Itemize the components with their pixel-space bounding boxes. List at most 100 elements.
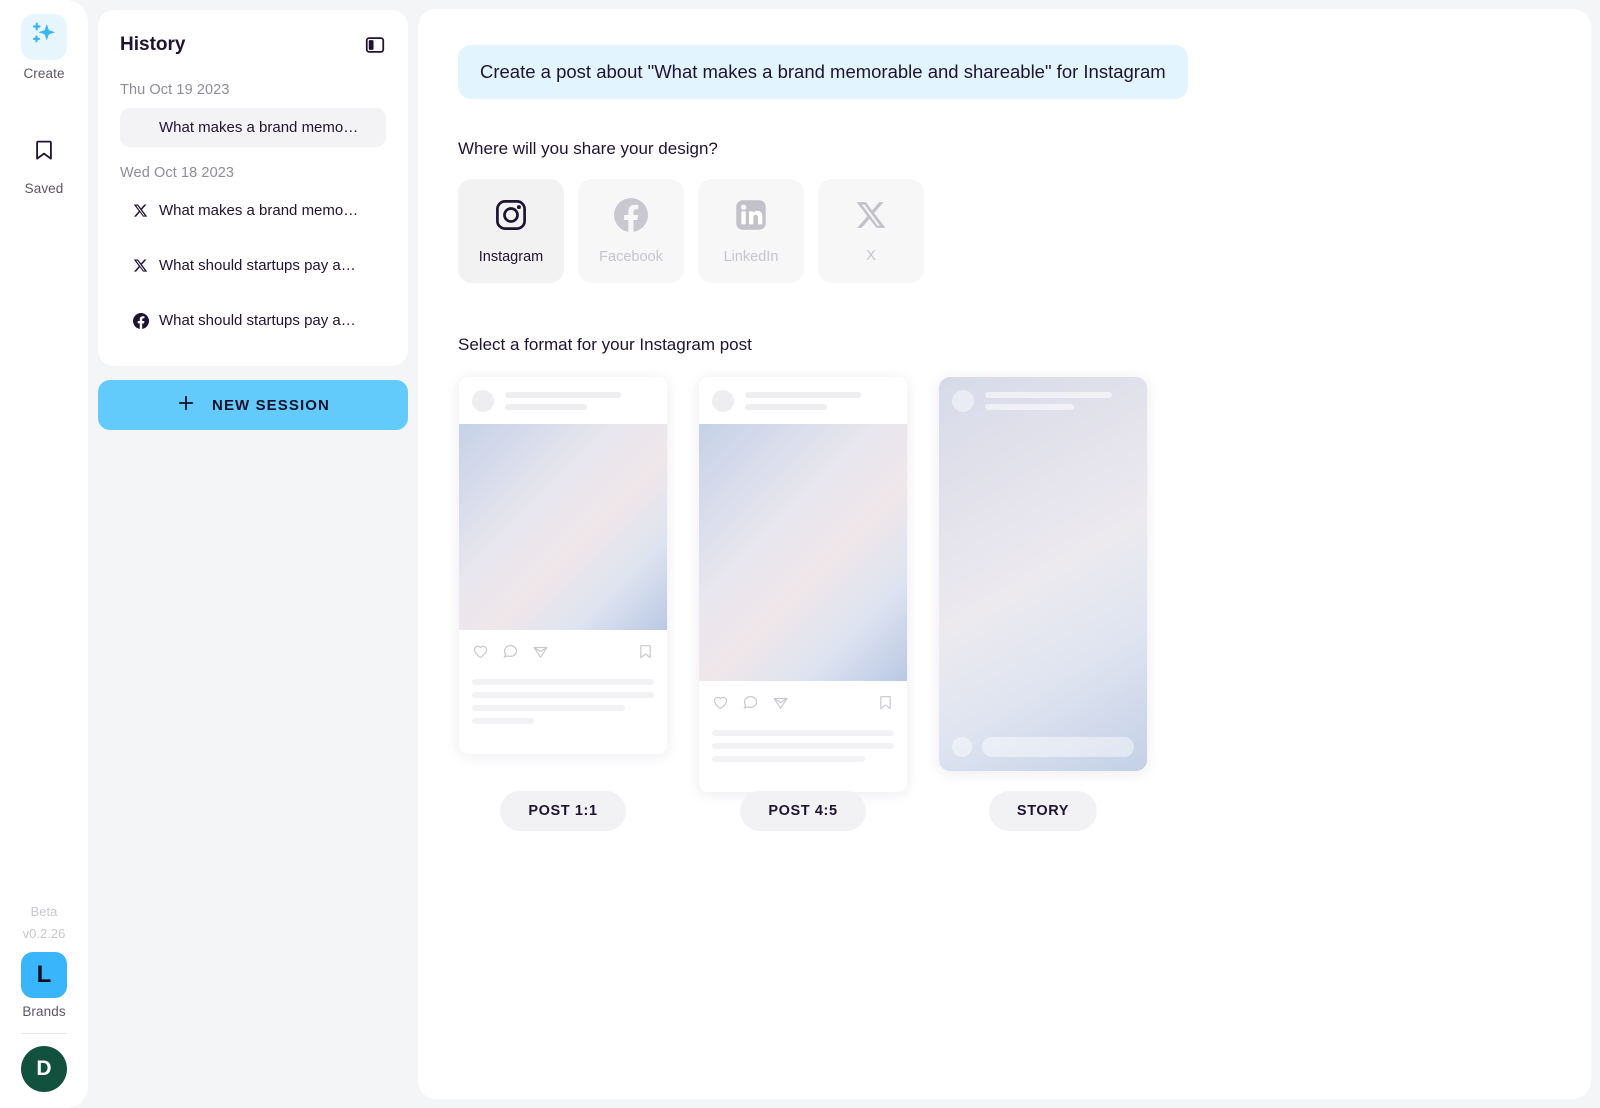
platform-label-linkedin: LinkedIn — [723, 248, 779, 265]
history-item-label: What should startups pay a… — [159, 257, 356, 274]
panel-toggle-icon[interactable] — [364, 34, 386, 56]
history-group: Wed Oct 18 2023 What makes a brand memo… — [120, 165, 386, 340]
mock-line — [712, 730, 894, 736]
history-item-label: What should startups pay a… — [159, 312, 356, 329]
history-header: History — [120, 34, 386, 56]
instagram-icon — [494, 198, 528, 237]
history-group: Thu Oct 19 2023 What makes a brand memo… — [120, 82, 386, 147]
platform-option-facebook[interactable]: Facebook — [578, 179, 684, 283]
mock-line — [745, 404, 827, 410]
app-root: Create Saved Beta v0.2.26 L Brands D His… — [0, 0, 1600, 1108]
format-label-post-1-1[interactable]: POST 1:1 — [500, 791, 626, 831]
mock-line — [472, 692, 654, 698]
saved-icon-container — [21, 129, 67, 175]
history-date: Thu Oct 19 2023 — [120, 82, 230, 98]
format-option-post-1-1[interactable]: POST 1:1 — [458, 377, 668, 831]
plus-icon — [176, 393, 196, 417]
bookmark-icon — [877, 696, 894, 715]
platform-label-instagram: Instagram — [478, 248, 544, 265]
format-label-story[interactable]: STORY — [988, 791, 1098, 831]
mock-post-actions — [459, 630, 667, 673]
x-icon — [132, 257, 149, 274]
mock-line — [505, 404, 587, 410]
mock-header-lines — [745, 392, 894, 410]
rail-item-create[interactable]: Create — [8, 14, 80, 81]
mock-line — [985, 404, 1075, 410]
comment-icon — [502, 643, 519, 665]
rail-item-brands[interactable]: L Brands — [21, 952, 67, 1019]
format-option-post-4-5[interactable]: POST 4:5 — [698, 377, 908, 831]
mock-image-placeholder — [459, 424, 667, 630]
mock-line — [712, 743, 894, 749]
mock-header-lines — [505, 392, 654, 410]
mock-caption-lines — [699, 724, 907, 792]
heart-icon — [472, 643, 489, 665]
mock-image-placeholder — [699, 424, 907, 681]
mock-line — [745, 392, 862, 398]
sparkles-icon — [29, 20, 59, 55]
platform-label-facebook: Facebook — [599, 248, 663, 265]
history-item[interactable]: What should startups pay a… — [120, 246, 386, 285]
linkedin-icon — [734, 198, 768, 237]
rail-label-saved: Saved — [24, 181, 64, 196]
version-label: v0.2.26 — [22, 925, 66, 941]
mock-story-header — [952, 390, 1134, 412]
rail-divider — [21, 1033, 67, 1034]
mock-avatar — [952, 737, 972, 757]
beta-version: Beta v0.2.26 — [23, 901, 66, 944]
left-rail: Create Saved Beta v0.2.26 L Brands D — [0, 0, 88, 1108]
bookmark-icon — [32, 138, 56, 167]
mock-input-bar — [982, 737, 1134, 757]
mock-avatar — [472, 390, 494, 412]
create-icon-container — [21, 14, 67, 60]
new-session-button[interactable]: NEW SESSION — [98, 380, 408, 430]
mock-avatar — [952, 390, 974, 412]
mock-actions-right — [637, 643, 654, 665]
history-item[interactable]: What makes a brand memo… — [120, 108, 386, 147]
format-question-label: Select a format for your Instagram post — [458, 335, 752, 354]
mock-post-header — [699, 377, 907, 424]
mock-avatar — [712, 390, 734, 412]
facebook-icon — [614, 197, 649, 237]
history-date: Wed Oct 18 2023 — [120, 165, 235, 181]
mock-actions-right — [877, 694, 894, 716]
share-question-label: Where will you share your design? — [458, 139, 718, 158]
mock-line — [712, 756, 865, 762]
rail-label-brands: Brands — [22, 1004, 66, 1019]
brand-avatar[interactable]: L — [21, 952, 67, 998]
history-title: History — [120, 34, 186, 55]
platform-option-instagram[interactable]: Instagram — [458, 179, 564, 283]
main-panel: Create a post about "What makes a brand … — [418, 9, 1591, 1099]
mock-line — [985, 392, 1112, 398]
format-option-story[interactable]: STORY — [938, 377, 1148, 831]
heart-icon — [712, 694, 729, 716]
comment-icon — [742, 694, 759, 716]
history-item-label: What makes a brand memo… — [159, 119, 359, 136]
history-item[interactable]: What makes a brand memo… — [120, 191, 386, 230]
user-avatar[interactable]: D — [21, 1046, 67, 1092]
history-column: History Thu Oct 19 2023 What makes a bra… — [88, 0, 418, 1108]
mock-post-header — [459, 377, 667, 424]
mock-line — [505, 392, 622, 398]
history-item[interactable]: What should startups pay a… — [120, 301, 386, 340]
mock-actions-left — [712, 694, 789, 716]
format-preview — [698, 377, 908, 792]
mock-line — [472, 705, 625, 711]
x-icon — [855, 199, 887, 236]
facebook-icon — [132, 312, 149, 329]
platform-option-linkedin[interactable]: LinkedIn — [698, 179, 804, 283]
x-icon — [132, 202, 149, 219]
share-icon — [772, 694, 789, 716]
format-label-post-4-5[interactable]: POST 4:5 — [740, 791, 866, 831]
mock-post-square — [459, 377, 667, 754]
mock-caption-lines — [459, 673, 667, 754]
mock-line — [472, 679, 654, 685]
format-preview — [458, 377, 668, 775]
platform-option-x[interactable]: X — [818, 179, 924, 283]
mock-line — [472, 718, 534, 724]
rail-item-saved[interactable]: Saved — [8, 129, 80, 196]
new-session-label: NEW SESSION — [212, 396, 330, 414]
mock-post-actions — [699, 681, 907, 724]
mock-actions-left — [472, 643, 549, 665]
mock-story — [939, 377, 1147, 771]
